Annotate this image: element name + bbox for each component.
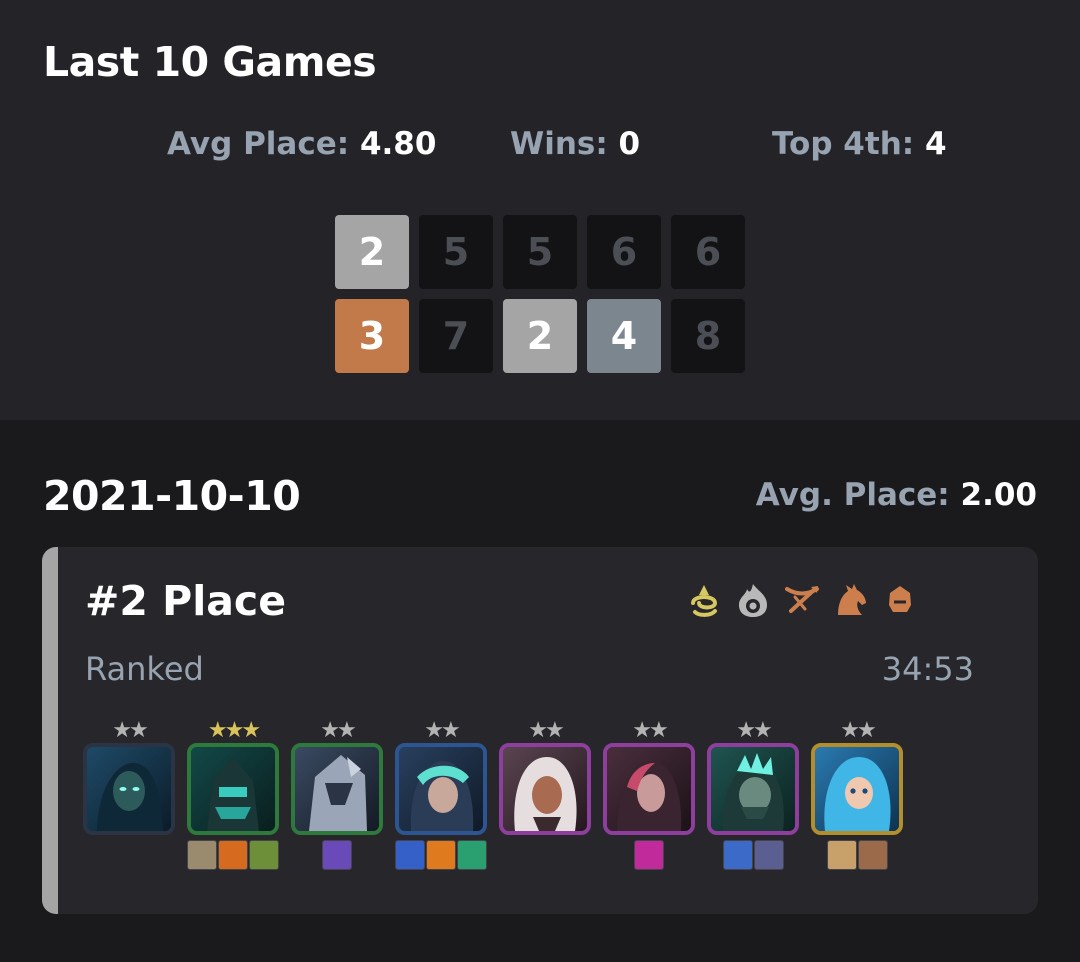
star-rating: ★★ bbox=[424, 718, 460, 743]
day-date-heading: 2021-10-10 bbox=[43, 472, 301, 520]
star-rating: ★★ bbox=[528, 718, 564, 743]
champion-portrait[interactable] bbox=[395, 743, 487, 835]
item-icon[interactable] bbox=[457, 840, 487, 870]
champion-portrait[interactable] bbox=[603, 743, 695, 835]
placement-cell[interactable]: 5 bbox=[503, 215, 577, 289]
trait-list bbox=[684, 580, 920, 620]
top4-value: 4 bbox=[924, 126, 947, 162]
wins-label: Wins: bbox=[510, 126, 619, 162]
item-icon[interactable] bbox=[187, 840, 217, 870]
item-icon[interactable] bbox=[218, 840, 248, 870]
last-10-games-panel: Last 10 Games Avg Place: 4.80 Wins: 0 To… bbox=[0, 0, 1080, 420]
wins-value: 0 bbox=[618, 126, 641, 162]
item-icon[interactable] bbox=[826, 840, 857, 870]
avg-place-value: 4.80 bbox=[359, 126, 437, 162]
item-icon[interactable] bbox=[857, 840, 888, 870]
item-icon[interactable] bbox=[395, 840, 425, 870]
match-mode: Ranked bbox=[85, 650, 204, 688]
helmet-trait-icon[interactable] bbox=[880, 580, 920, 620]
placement-grid: 2 5 5 6 6 3 7 2 4 8 bbox=[335, 215, 745, 373]
item-list bbox=[322, 840, 352, 874]
item-icon[interactable] bbox=[722, 840, 753, 870]
placement-cell[interactable]: 2 bbox=[503, 299, 577, 373]
star-rating: ★★★ bbox=[207, 718, 261, 743]
unit[interactable]: ★★ bbox=[83, 719, 175, 874]
unit[interactable]: ★★ bbox=[603, 719, 695, 874]
item-icon[interactable] bbox=[426, 840, 456, 870]
placement-cell[interactable]: 6 bbox=[671, 215, 745, 289]
placement-cell[interactable]: 2 bbox=[335, 215, 409, 289]
avg-place-label: Avg Place: bbox=[167, 126, 360, 162]
match-card[interactable]: #2 Place Ranked 34:53 ★★ ★★★ ★★ ★★ ★★ ★★… bbox=[42, 547, 1038, 914]
item-icon[interactable] bbox=[322, 840, 352, 870]
champion-portrait[interactable] bbox=[187, 743, 279, 835]
item-icon[interactable] bbox=[634, 840, 664, 870]
unit-list: ★★ ★★★ ★★ ★★ ★★ ★★ ★★ ★★ bbox=[83, 719, 903, 874]
flame-eye-trait-icon[interactable] bbox=[733, 580, 773, 620]
top4-label: Top 4th: bbox=[772, 126, 925, 162]
star-rating: ★★ bbox=[840, 718, 876, 743]
item-icon[interactable] bbox=[249, 840, 279, 870]
match-place: #2 Place bbox=[85, 577, 287, 625]
star-rating: ★★ bbox=[736, 718, 772, 743]
avg-place-stat: Avg Place: 4.80 bbox=[167, 126, 436, 162]
unit[interactable]: ★★ bbox=[811, 719, 903, 874]
crossbow-trait-icon[interactable] bbox=[782, 580, 822, 620]
day-avg-place-value: 2.00 bbox=[960, 477, 1038, 513]
item-list bbox=[395, 840, 487, 874]
champion-portrait[interactable] bbox=[811, 743, 903, 835]
item-list bbox=[826, 840, 888, 874]
item-list bbox=[634, 840, 664, 874]
star-rating: ★★ bbox=[632, 718, 668, 743]
placement-cell[interactable]: 7 bbox=[419, 299, 493, 373]
placement-cell[interactable]: 6 bbox=[587, 215, 661, 289]
last-10-games-title: Last 10 Games bbox=[43, 38, 377, 86]
wins-stat: Wins: 0 bbox=[510, 126, 640, 162]
placement-cell[interactable]: 8 bbox=[671, 299, 745, 373]
unit[interactable]: ★★ bbox=[499, 719, 591, 874]
item-list bbox=[187, 840, 279, 874]
horse-trait-icon[interactable] bbox=[831, 580, 871, 620]
placement-cell[interactable]: 4 bbox=[587, 299, 661, 373]
champion-portrait[interactable] bbox=[291, 743, 383, 835]
unit[interactable]: ★★ bbox=[395, 719, 487, 874]
top4-stat: Top 4th: 4 bbox=[772, 126, 947, 162]
unit[interactable]: ★★ bbox=[291, 719, 383, 874]
star-rating: ★★ bbox=[112, 718, 148, 743]
item-list bbox=[722, 840, 784, 874]
placement-cell[interactable]: 5 bbox=[419, 215, 493, 289]
item-icon[interactable] bbox=[753, 840, 784, 870]
champion-portrait[interactable] bbox=[83, 743, 175, 835]
spiral-trait-icon[interactable] bbox=[684, 580, 724, 620]
champion-portrait[interactable] bbox=[499, 743, 591, 835]
match-duration: 34:53 bbox=[881, 650, 974, 688]
placement-color-bar bbox=[42, 547, 58, 914]
champion-portrait[interactable] bbox=[707, 743, 799, 835]
star-rating: ★★ bbox=[320, 718, 356, 743]
day-avg-place-label: Avg. Place: bbox=[755, 477, 961, 513]
unit[interactable]: ★★★ bbox=[187, 719, 279, 874]
unit[interactable]: ★★ bbox=[707, 719, 799, 874]
placement-cell[interactable]: 3 bbox=[335, 299, 409, 373]
day-avg-place: Avg. Place: 2.00 bbox=[756, 477, 1037, 513]
